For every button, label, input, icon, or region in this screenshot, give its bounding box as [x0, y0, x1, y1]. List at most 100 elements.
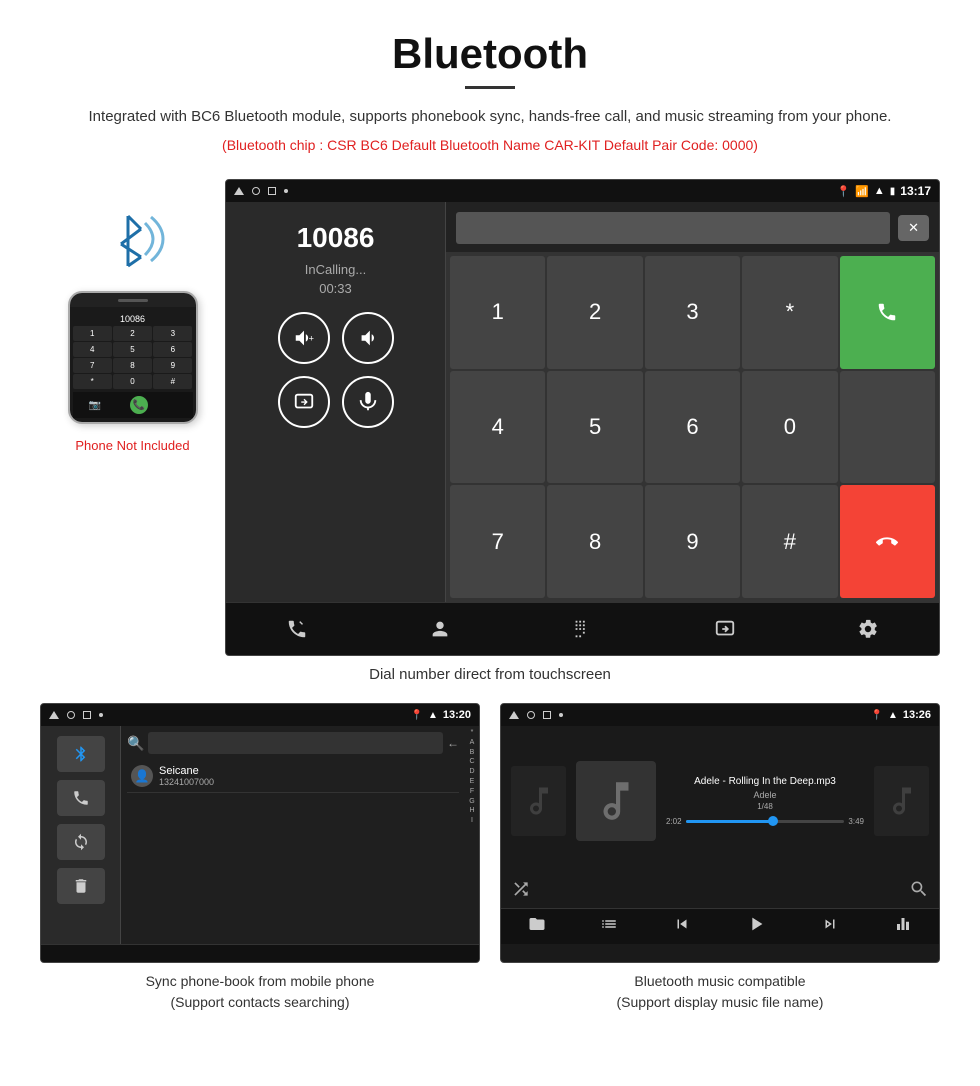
- nav-contacts-icon[interactable]: [422, 611, 458, 647]
- android-status-bar: 📍 📶 ▲ ▮ 13:17: [226, 180, 939, 202]
- phone-key-5: 5: [113, 342, 152, 357]
- pb-call-btn[interactable]: [57, 780, 105, 816]
- mute-button[interactable]: [342, 376, 394, 428]
- android-bottom-nav: [226, 602, 939, 655]
- main-caption: Dial number direct from touchscreen: [0, 666, 980, 683]
- key-4[interactable]: 4: [450, 371, 545, 484]
- title-underline: [465, 86, 515, 89]
- phonebook-caption: Sync phone-book from mobile phone (Suppo…: [40, 971, 480, 1013]
- pb-search-input[interactable]: [148, 732, 443, 754]
- music-screen: 📍 ▲ 13:26: [500, 703, 940, 963]
- music-current-time: 2:02: [666, 817, 682, 826]
- key-2[interactable]: 2: [547, 256, 642, 369]
- volume-up-button[interactable]: +: [278, 312, 330, 364]
- phone-screen: 10086 1 2 3 4 5 6 7 8 9 * 0 # 📷: [70, 307, 196, 422]
- search-music-button[interactable]: [909, 879, 929, 904]
- volume-down-icon: [357, 327, 379, 349]
- key-1[interactable]: 1: [450, 256, 545, 369]
- key-star[interactable]: *: [742, 256, 837, 369]
- transfer-button[interactable]: [278, 376, 330, 428]
- pb-contacts-area: 🔍 ← 👤 Seicane 13241007000: [121, 726, 479, 944]
- music-status-right: 📍 ▲ 13:26: [871, 709, 932, 721]
- music-side-art-left: [511, 766, 566, 836]
- nav-call-icon[interactable]: [279, 611, 315, 647]
- bluetooth-icon: [93, 199, 173, 279]
- call-timer: 00:33: [319, 281, 352, 296]
- pb-time: 13:20: [443, 709, 471, 721]
- phone-key-9: 9: [153, 358, 192, 373]
- prev-track-button[interactable]: [673, 915, 691, 938]
- status-time: 13:17: [900, 184, 931, 198]
- pb-nav-contacts[interactable]: [154, 953, 190, 963]
- key-0[interactable]: 0: [742, 371, 837, 484]
- music-progress-fill: [686, 820, 773, 823]
- key-9[interactable]: 9: [645, 485, 740, 598]
- key-8[interactable]: 8: [547, 485, 642, 598]
- key-7[interactable]: 7: [450, 485, 545, 598]
- key-6[interactable]: 6: [645, 371, 740, 484]
- nav-settings-icon[interactable]: [850, 611, 886, 647]
- phone-key-8: 8: [113, 358, 152, 373]
- pb-search-row: 🔍 ←: [127, 732, 459, 754]
- pb-nav-call[interactable]: [67, 953, 103, 963]
- pb-nav-transfer[interactable]: [330, 953, 366, 963]
- music-progress-bar[interactable]: [686, 820, 845, 823]
- page-specs: (Bluetooth chip : CSR BC6 Default Blueto…: [20, 137, 960, 153]
- play-pause-button[interactable]: [745, 913, 767, 940]
- key-5[interactable]: 5: [547, 371, 642, 484]
- next-track-button[interactable]: [821, 915, 839, 938]
- music-bottom-nav: [501, 908, 939, 944]
- key-3[interactable]: 3: [645, 256, 740, 369]
- bottom-screens-row: 📍 ▲ 13:20: [0, 703, 980, 1013]
- music-caption: Bluetooth music compatible (Support disp…: [500, 971, 940, 1013]
- music-track-title: Adele - Rolling In the Deep.mp3: [694, 776, 836, 787]
- pb-alpha-a: A: [467, 738, 477, 748]
- call-icon: [876, 301, 898, 323]
- phone-not-included-label: Phone Not Included: [75, 438, 189, 453]
- music-status-bar: 📍 ▲ 13:26: [501, 704, 939, 726]
- volume-down-button[interactable]: [342, 312, 394, 364]
- shuffle-button[interactable]: [511, 879, 531, 904]
- pb-delete-btn[interactable]: [57, 868, 105, 904]
- pb-nav-dialpad[interactable]: [242, 953, 278, 963]
- call-button[interactable]: [840, 256, 935, 369]
- nav-dialpad-icon[interactable]: [564, 611, 600, 647]
- pb-wifi-icon: ▲: [428, 710, 438, 721]
- status-bar-left: [234, 187, 288, 195]
- pb-nav-settings[interactable]: [417, 953, 453, 963]
- key-hash[interactable]: #: [742, 485, 837, 598]
- back-triangle-icon: [234, 187, 244, 195]
- music-note-main-icon: [591, 776, 641, 826]
- music-progress-area: 2:02 3:49: [666, 817, 864, 826]
- music-nav-equalizer[interactable]: [894, 915, 912, 938]
- music-nav-folder[interactable]: [528, 915, 546, 938]
- phone-camera-icon: 📷: [89, 400, 101, 411]
- pb-alpha-e: E: [467, 777, 477, 787]
- pb-alpha-f: F: [467, 787, 477, 797]
- pb-status-bar: 📍 ▲ 13:20: [41, 704, 479, 726]
- music-nav-list[interactable]: [600, 915, 618, 938]
- pb-sync-btn[interactable]: [57, 824, 105, 860]
- phonebook-body: 🔍 ← 👤 Seicane 13241007000: [41, 726, 479, 944]
- phone-key-4: 4: [73, 342, 112, 357]
- pb-contact-item[interactable]: 👤 Seicane 13241007000: [127, 760, 459, 793]
- battery-icon: ▮: [890, 186, 896, 197]
- phone-mockup: 10086 1 2 3 4 5 6 7 8 9 * 0 # 📷: [68, 291, 198, 424]
- pb-contacts-list: 🔍 ← 👤 Seicane 13241007000: [121, 726, 465, 944]
- main-screen-area: 10086 1 2 3 4 5 6 7 8 9 * 0 # 📷: [0, 179, 980, 656]
- keypad-input-field[interactable]: [456, 212, 890, 244]
- pb-bluetooth-btn[interactable]: [57, 736, 105, 772]
- phone-key-1: 1: [73, 326, 112, 341]
- pb-alpha-i: I: [467, 816, 477, 826]
- keypad-delete-button[interactable]: ✕: [898, 215, 929, 241]
- phone-call-button[interactable]: 📞: [130, 396, 148, 414]
- end-call-icon: [876, 531, 898, 553]
- nav-transfer-icon[interactable]: [707, 611, 743, 647]
- call-signal-icon: 📶: [855, 185, 869, 198]
- pb-back-icon: [49, 711, 59, 719]
- music-wifi-icon: ▲: [888, 710, 898, 721]
- music-time: 13:26: [903, 709, 931, 721]
- music-main-area: Adele - Rolling In the Deep.mp3 Adele 1/…: [501, 726, 939, 875]
- pb-recents-icon: [83, 711, 91, 719]
- end-call-button[interactable]: [840, 485, 935, 598]
